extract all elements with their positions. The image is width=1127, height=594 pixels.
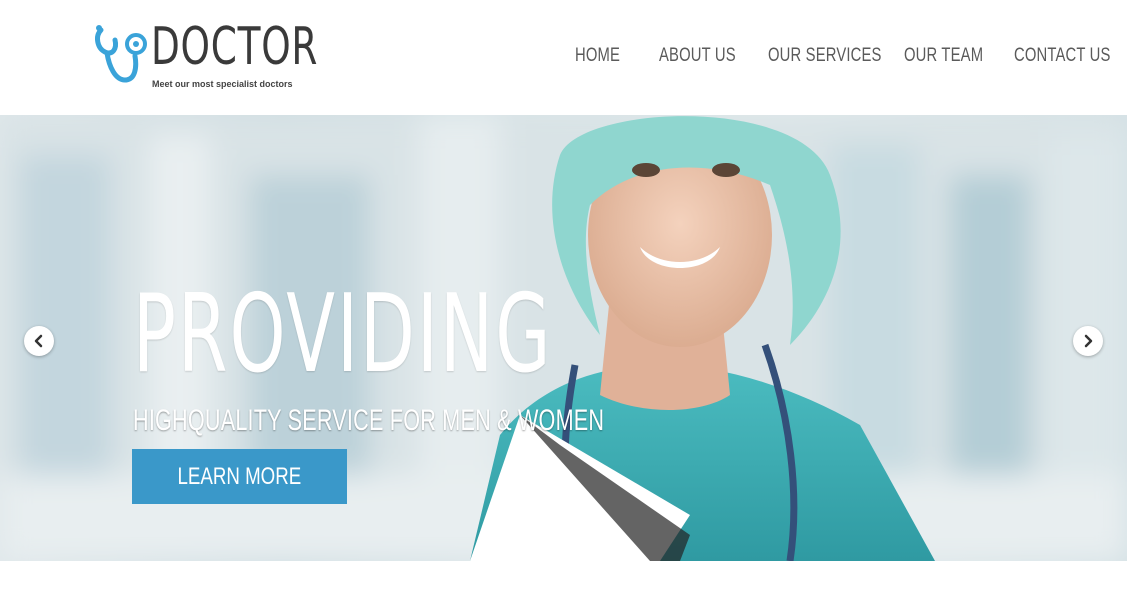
- logo-tagline: Meet our most specialist doctors: [152, 79, 293, 89]
- content-area: [0, 561, 1127, 594]
- nav-item-our-services[interactable]: OUR SERVICES: [768, 45, 881, 67]
- nav-item-our-team[interactable]: OUR TEAM: [904, 45, 983, 67]
- main-nav: HOME ABOUT US OUR SERVICES OUR TEAM CONT…: [575, 45, 1127, 67]
- hero-title: PROVIDING: [133, 272, 553, 397]
- logo[interactable]: DOCTOR Meet our most specialist doctors: [93, 17, 323, 95]
- nav-item-contact-us[interactable]: CONTACT US: [1014, 45, 1110, 67]
- logo-name: DOCTOR: [151, 17, 319, 77]
- learn-more-button[interactable]: LEARN MORE: [132, 449, 347, 504]
- nav-item-home[interactable]: HOME: [575, 45, 622, 67]
- slider-next-button[interactable]: [1073, 326, 1103, 356]
- chevron-left-icon: [34, 334, 43, 348]
- stethoscope-icon: [95, 25, 147, 83]
- hero-subtitle: HIGHQUALITY SERVICE FOR MEN & WOMEN: [133, 404, 605, 437]
- learn-more-label: LEARN MORE: [177, 462, 302, 490]
- chevron-right-icon: [1084, 334, 1093, 348]
- nav-item-about-us[interactable]: ABOUT US: [659, 45, 736, 67]
- site-header: DOCTOR Meet our most specialist doctors …: [0, 0, 1127, 115]
- slider-prev-button[interactable]: [24, 326, 54, 356]
- hero-slider: PROVIDING HIGHQUALITY SERVICE FOR MEN & …: [0, 115, 1127, 561]
